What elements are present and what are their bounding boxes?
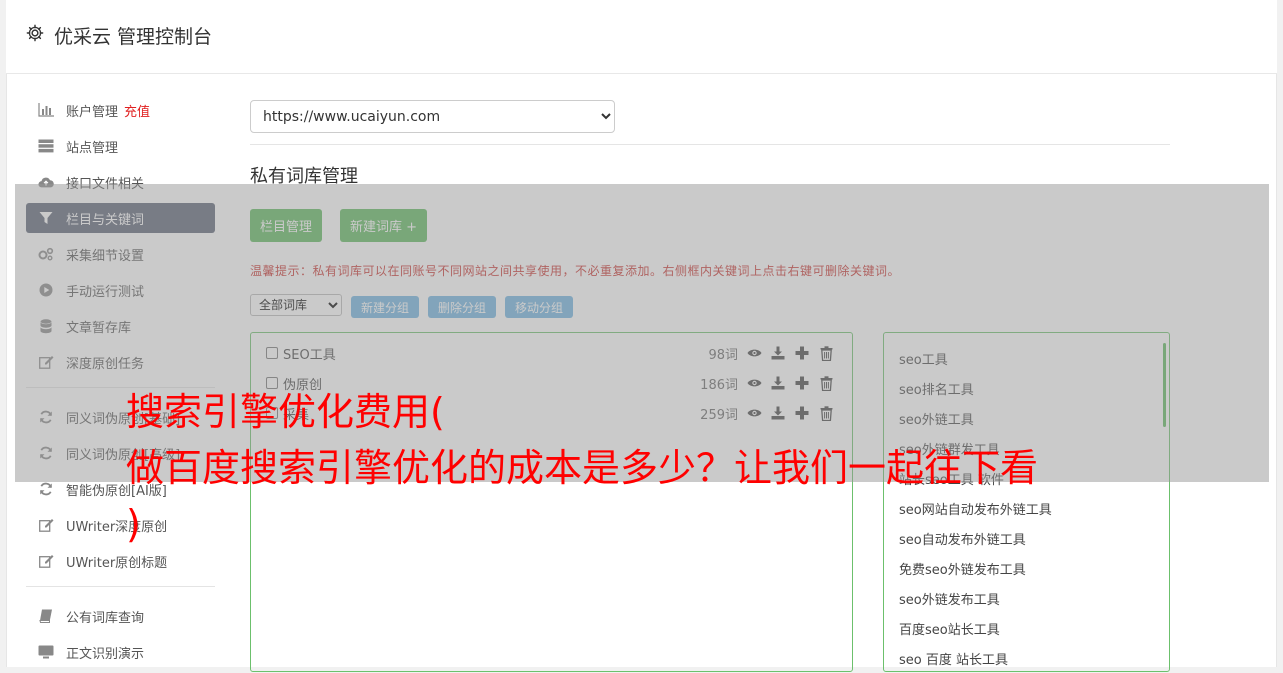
recharge-link[interactable]: 充值 xyxy=(124,101,150,120)
keyword-item[interactable]: seo 百度 站长工具 xyxy=(899,649,1008,668)
edit-icon xyxy=(38,517,54,533)
headline-line: 搜索引擎优化费用( xyxy=(126,390,445,434)
page-title: 优采云 管理控制台 xyxy=(54,26,213,48)
sidebar-item-label: 站点管理 xyxy=(66,140,119,156)
sidebar-item-text-recognition[interactable]: 正文识别演示 xyxy=(26,637,215,667)
book-icon xyxy=(38,608,54,624)
divider xyxy=(250,144,1170,145)
brand: 优采云 管理控制台 xyxy=(26,22,212,49)
server-icon xyxy=(38,138,54,154)
headline-line: 做百度搜索引擎优化的成本是多少？让我们一起往下看 xyxy=(126,446,1039,490)
headline-overlay: 搜索引擎优化费用( 做百度搜索引擎优化的成本是多少？让我们一起往下看 ) xyxy=(126,384,1038,552)
sidebar-item-label: 正文识别演示 xyxy=(66,646,145,662)
gear-icon xyxy=(26,24,44,47)
sidebar-item-label: 公有词库查询 xyxy=(66,610,145,626)
main-content: https://www.ucaiyun.com 私有词库管理 栏目管理 新建词库… xyxy=(250,100,1170,672)
sidebar-item-label: UWriter原创标题 xyxy=(66,555,168,571)
monitor-icon xyxy=(38,644,54,660)
sidebar-item-sites[interactable]: 站点管理 xyxy=(26,131,215,161)
headline-line: ) xyxy=(126,502,141,546)
bar-chart-icon xyxy=(38,102,54,118)
sidebar-item-public-lexicon[interactable]: 公有词库查询 xyxy=(26,601,215,631)
keyword-item[interactable]: 百度seo站长工具 xyxy=(899,619,1000,638)
sidebar-item-account[interactable]: 账户管理 充值 xyxy=(26,95,215,125)
edit-icon xyxy=(38,553,54,569)
refresh-icon xyxy=(38,481,54,497)
sidebar-divider xyxy=(26,586,215,587)
keyword-item[interactable]: 免费seo外链发布工具 xyxy=(899,559,1026,578)
keyword-item[interactable]: seo外链发布工具 xyxy=(899,589,1000,608)
site-select[interactable]: https://www.ucaiyun.com xyxy=(250,100,615,133)
sidebar-item-label: 账户管理 xyxy=(66,104,119,120)
top-bar: 优采云 管理控制台 xyxy=(6,0,1277,74)
